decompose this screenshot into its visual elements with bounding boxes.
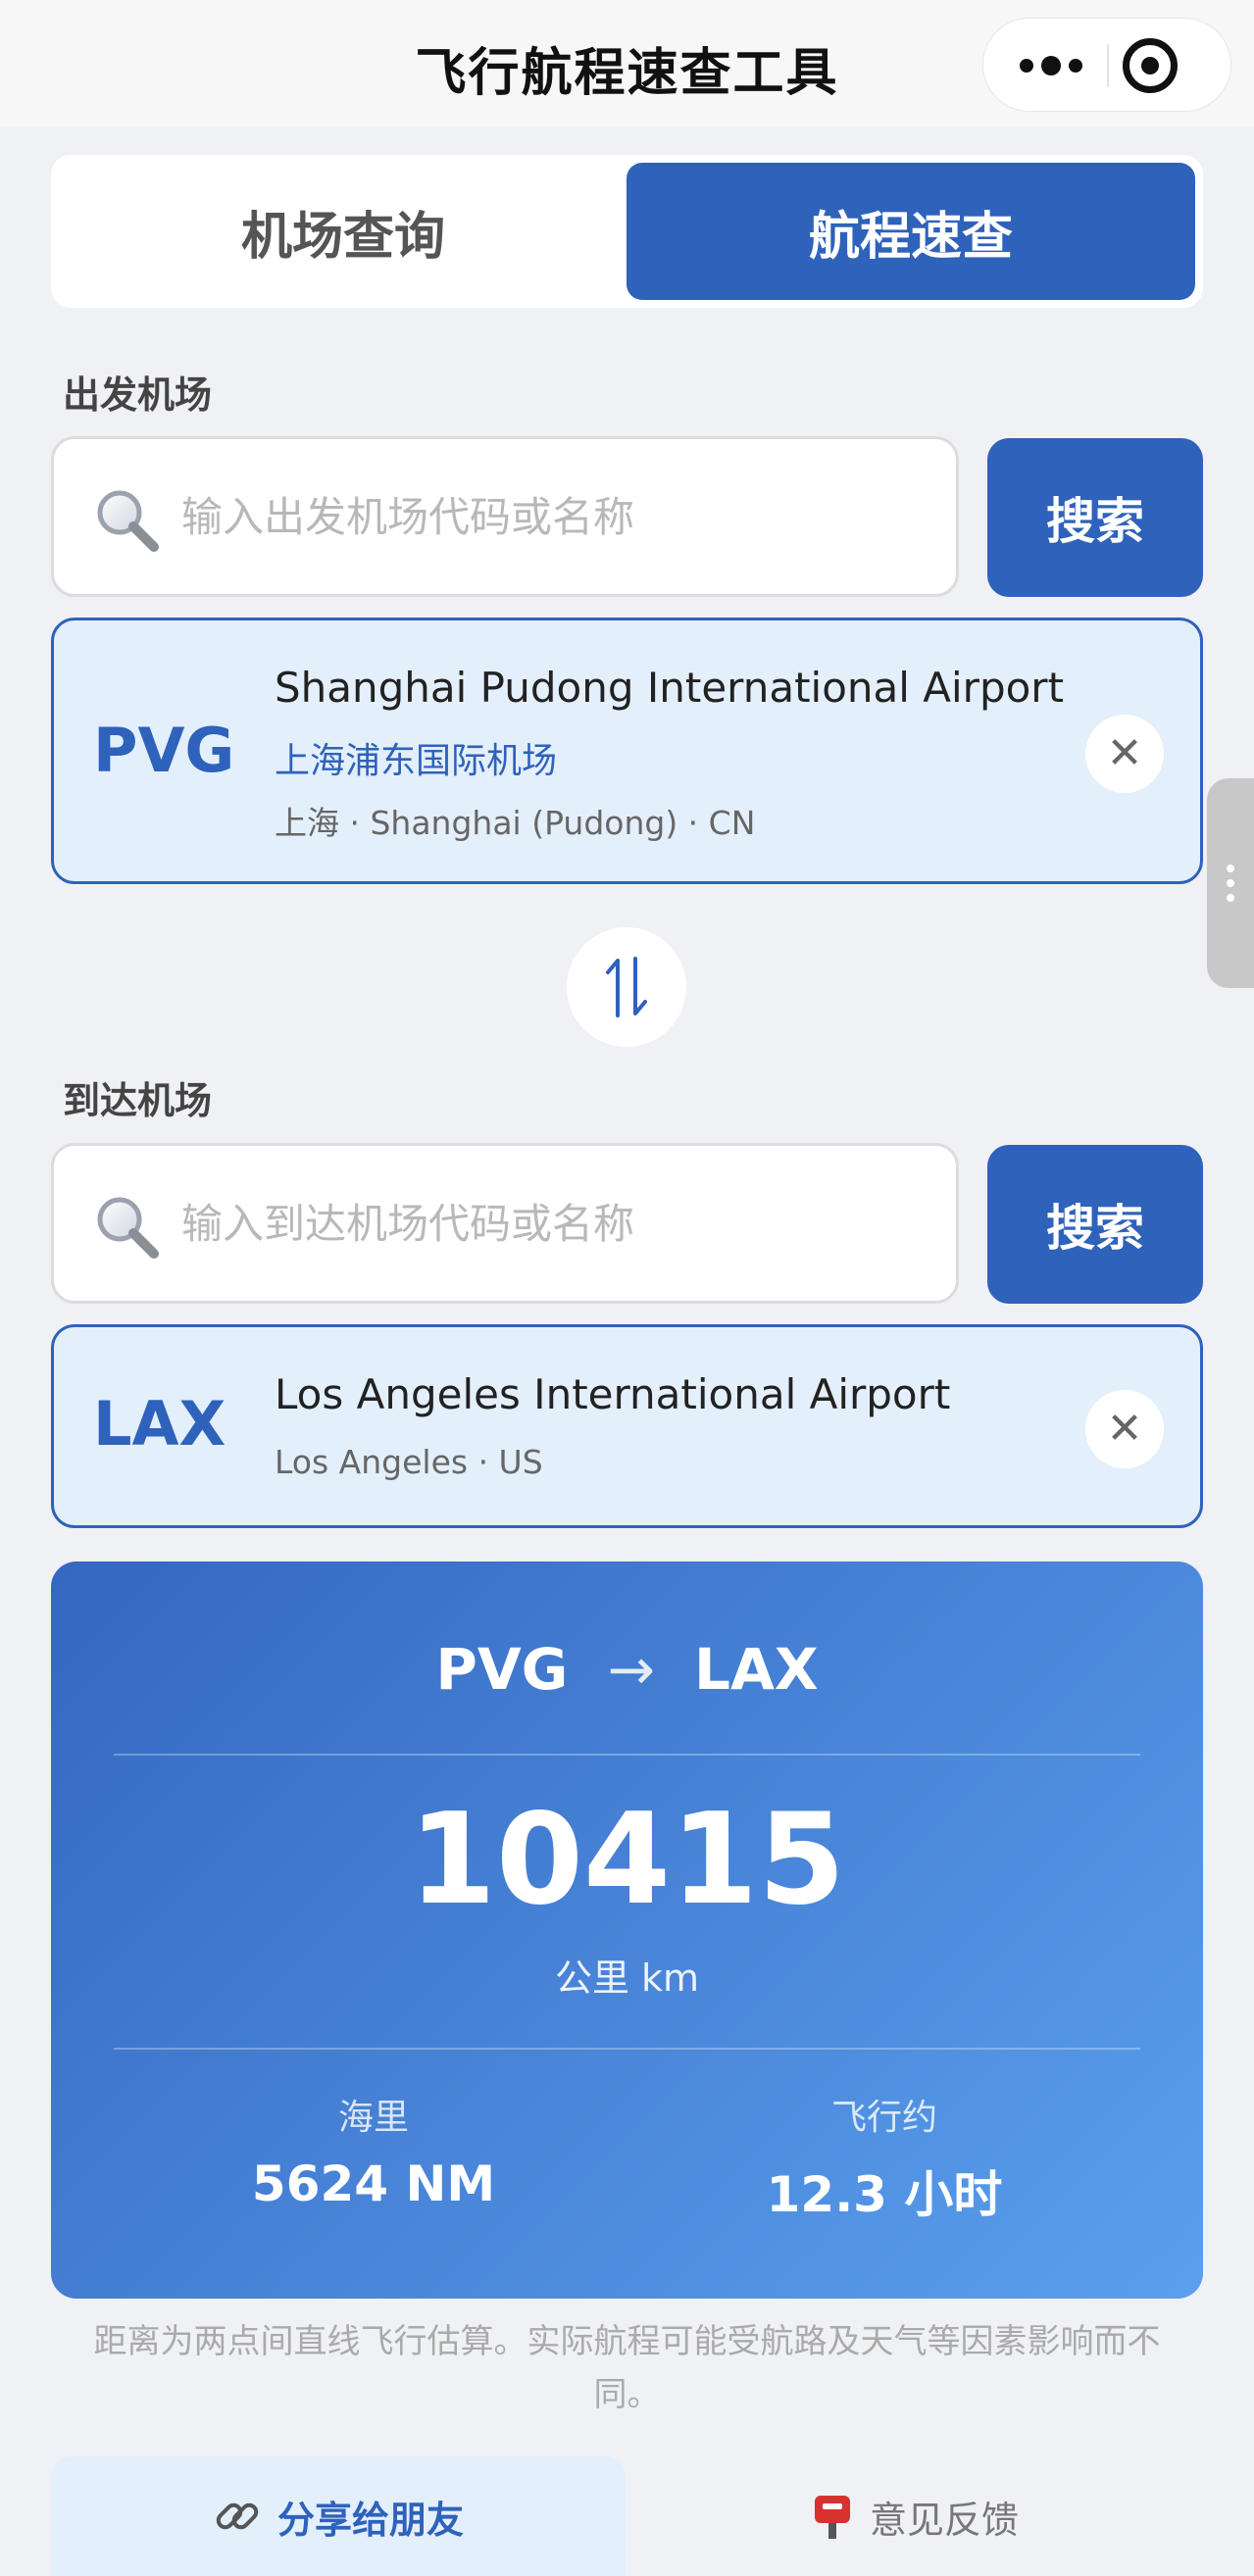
result-divider — [114, 1754, 1140, 1756]
arrival-airport-name-en: Los Angeles International Airport — [275, 1370, 951, 1418]
nautical-miles-value: 5624 NM — [251, 2155, 496, 2212]
mini-program-capsule — [982, 18, 1231, 112]
capsule-divider — [1107, 44, 1109, 87]
result-card: PVG → LAX 10415 公里 km 海里 5624 NM 飞行约 12.3 … — [51, 1561, 1203, 2299]
route-to: LAX — [694, 1636, 819, 1703]
swap-button[interactable] — [567, 927, 686, 1047]
route-from: PVG — [435, 1636, 569, 1703]
route-arrow: → — [607, 1636, 656, 1703]
side-drawer-handle[interactable] — [1207, 778, 1254, 988]
distance-value: 10415 — [408, 1787, 846, 1933]
departure-airport-location: 上海 · Shanghai (Pudong) · CN — [275, 804, 756, 842]
distance-unit: 公里 km — [554, 1957, 700, 2000]
swap-vertical-icon — [606, 957, 647, 1017]
mailbox-icon — [814, 2496, 850, 2539]
route-summary: PVG → LAX — [51, 1636, 1203, 1703]
search-icon — [97, 490, 159, 552]
tab-route-quick-check[interactable]: 航程速查 — [627, 163, 1195, 300]
flight-time-value: 12.3 小时 — [766, 2166, 1003, 2223]
departure-airport-name-cn: 上海浦东国际机场 — [275, 741, 558, 781]
departure-airport-card: PVG Shanghai Pudong International Airpor… — [51, 618, 1203, 884]
departure-search-input[interactable] — [181, 439, 927, 594]
departure-airport-code: PVG — [93, 715, 235, 786]
feedback-button[interactable]: 意见反馈 — [627, 2456, 1202, 2576]
arrival-search-button[interactable]: 搜索 — [987, 1145, 1203, 1304]
link-icon — [216, 2502, 259, 2530]
arrival-search-input[interactable] — [181, 1146, 927, 1301]
disclaimer-text: 距离为两点间直线飞行估算。实际航程可能受航路及天气等因素影响而不同。 — [93, 2322, 1161, 2414]
search-icon — [97, 1197, 159, 1259]
departure-search-field[interactable] — [51, 436, 959, 597]
share-label: 分享给朋友 — [276, 2498, 464, 2542]
share-button[interactable]: 分享给朋友 — [51, 2456, 626, 2576]
arrival-airport-location: Los Angeles · US — [275, 1443, 543, 1481]
departure-section-label: 出发机场 — [63, 373, 213, 417]
arrival-clear-button[interactable]: ✕ — [1085, 1390, 1164, 1468]
arrival-section-label: 到达机场 — [63, 1079, 213, 1122]
bottom-action-bar: 分享给朋友 意见反馈 — [51, 2456, 1203, 2576]
nautical-miles-label: 海里 — [337, 2098, 409, 2138]
arrival-airport-code: LAX — [93, 1388, 226, 1460]
departure-airport-name-en: Shanghai Pudong International Airport — [275, 664, 1065, 712]
departure-clear-button[interactable]: ✕ — [1085, 715, 1164, 793]
tab-airport-query[interactable]: 机场查询 — [59, 163, 627, 300]
result-divider — [114, 2048, 1140, 2050]
arrival-airport-card: LAX Los Angeles International Airport Lo… — [51, 1324, 1203, 1528]
departure-search-button[interactable]: 搜索 — [987, 438, 1203, 597]
feedback-label: 意见反馈 — [869, 2498, 1019, 2542]
more-dots-icon[interactable] — [997, 19, 1105, 113]
arrival-search-field[interactable] — [51, 1143, 959, 1304]
tab-bar: 机场查询 航程速查 — [51, 155, 1203, 308]
top-bar: 飞行航程速查工具 — [0, 0, 1254, 127]
page: 飞行航程速查工具 机场查询 航程速查 出发机场 输入出发机场代码或名称 搜索 P… — [0, 0, 1254, 2576]
flight-time-label: 飞行约 — [830, 2098, 937, 2138]
target-close-icon[interactable] — [1123, 38, 1178, 93]
